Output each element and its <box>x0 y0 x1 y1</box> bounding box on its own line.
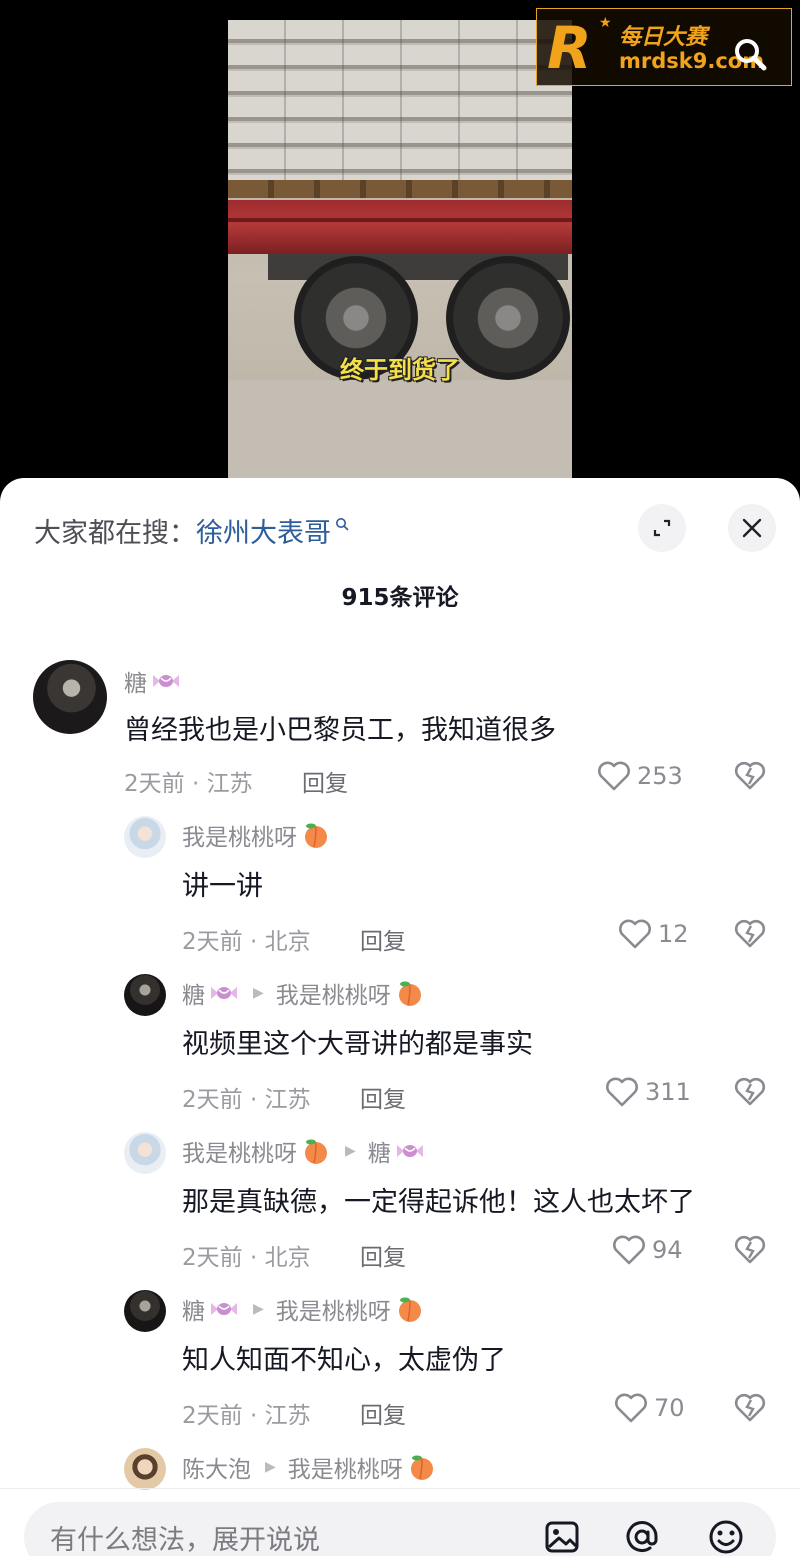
comment-meta: 2天前 · 江苏 <box>182 1087 311 1113</box>
like-button[interactable]: 253 <box>597 760 683 792</box>
heart-icon <box>619 919 651 949</box>
dislike-icon[interactable] <box>734 1234 766 1266</box>
comment-author-row: 糖 ▶ 我是桃桃呀 <box>182 1292 425 1326</box>
reply-to-author[interactable]: 我是桃桃呀 <box>288 1450 403 1484</box>
video-rail-line <box>228 218 572 222</box>
avatar[interactable] <box>124 1132 166 1174</box>
comment-text: 那是真缺德，一定得起诉他！这人也太坏了 <box>182 1187 695 1218</box>
reply-button[interactable]: 回复 <box>360 1080 406 1114</box>
peach-icon <box>410 1455 433 1480</box>
comment-text: 曾经我也是小巴黎员工，我知道很多 <box>124 715 556 746</box>
avatar[interactable] <box>33 660 107 734</box>
reply-to-author[interactable]: 糖 <box>368 1134 391 1168</box>
comment-author[interactable]: 糖 <box>182 976 205 1010</box>
comment-meta: 2天前 · 北京 <box>182 1245 311 1271</box>
comment-author-row: 陈大泡 ▶ 我是桃桃呀 <box>182 1450 437 1484</box>
candy-icon <box>396 1145 423 1157</box>
star-icon: ★ <box>599 15 612 31</box>
candy-icon <box>153 675 179 687</box>
like-count: 70 <box>654 1394 685 1422</box>
avatar[interactable] <box>124 1290 166 1332</box>
comment-author-row: 我是桃桃呀 ▶ 糖 <box>182 1134 425 1168</box>
emoji-icon[interactable] <box>706 1517 746 1556</box>
avatar[interactable] <box>124 974 166 1016</box>
peach-icon <box>305 1139 327 1164</box>
reply-button[interactable]: 回复 <box>360 1396 406 1430</box>
video-ground <box>228 380 572 480</box>
search-icon <box>735 39 767 71</box>
comment-author[interactable]: 糖 <box>182 1292 205 1326</box>
video-cargo <box>228 20 572 195</box>
dislike-icon[interactable] <box>734 1076 766 1108</box>
reply-arrow-icon: ▶ <box>265 1459 276 1475</box>
comment-author[interactable]: 我是桃桃呀 <box>182 1134 297 1168</box>
dislike-icon[interactable] <box>734 918 766 950</box>
video-player[interactable]: 终于到货了 R ★ 每日大赛 mrdsk9.com <box>0 0 800 500</box>
peach-icon <box>398 981 421 1006</box>
comment-author[interactable]: 糖 <box>124 664 147 698</box>
comment-author[interactable]: 陈大泡 <box>182 1450 251 1484</box>
video-truck-rail <box>228 200 572 254</box>
comment-count-title: 915条评论 <box>341 585 459 611</box>
comment-text: 讲一讲 <box>182 871 263 902</box>
comment-sheet: 大家都在搜： 徐州大表哥 915条评论 糖 曾经我也是小巴黎员工，我知道很多 2… <box>0 478 800 1556</box>
heart-icon <box>613 1235 645 1265</box>
comment-input-placeholder: 有什么想法，展开说说 <box>50 1525 320 1556</box>
comment-author-row: 糖 ▶ 我是桃桃呀 <box>182 976 425 1010</box>
comment-author-row: 我是桃桃呀 <box>182 818 331 852</box>
search-icon <box>336 518 349 531</box>
watermark: R ★ 每日大赛 mrdsk9.com <box>536 8 792 86</box>
divider <box>0 1488 800 1489</box>
watermark-title: 每日大赛 <box>619 25 708 50</box>
heart-icon <box>606 1077 638 1107</box>
video-frame[interactable]: 终于到货了 <box>228 20 572 480</box>
peach-icon <box>305 823 327 848</box>
like-count: 253 <box>637 762 683 790</box>
comment-meta: 2天前 · 江苏 <box>182 1403 311 1429</box>
candy-icon <box>211 987 237 999</box>
heart-icon <box>598 761 630 791</box>
dislike-icon[interactable] <box>734 760 766 792</box>
comment-text: 知人知面不知心，太虚伪了 <box>182 1345 506 1376</box>
comment-meta: 2天前 · 北京 <box>182 929 311 955</box>
comment-author-row: 糖 <box>124 664 181 698</box>
reply-arrow-icon: ▶ <box>253 985 264 1001</box>
reply-button[interactable]: 回复 <box>360 1238 406 1272</box>
reply-button[interactable]: 回复 <box>360 922 406 956</box>
image-icon[interactable] <box>542 1517 582 1556</box>
like-count: 311 <box>645 1078 691 1106</box>
video-pallet <box>228 180 572 198</box>
like-button[interactable]: 311 <box>605 1076 691 1108</box>
at-mention-icon[interactable] <box>622 1517 662 1556</box>
candy-icon <box>211 1303 237 1315</box>
reply-button[interactable]: 回复 <box>302 764 348 798</box>
like-count: 94 <box>652 1236 683 1264</box>
avatar[interactable] <box>124 1448 166 1490</box>
video-subtitle: 终于到货了 <box>340 356 460 384</box>
comment-meta: 2天前 · 江苏 <box>124 771 253 797</box>
like-button[interactable]: 70 <box>614 1392 685 1424</box>
like-button[interactable]: 12 <box>618 918 689 950</box>
expand-button[interactable] <box>638 504 686 552</box>
close-button[interactable] <box>728 504 776 552</box>
expand-icon <box>653 519 671 537</box>
like-count: 12 <box>658 920 689 948</box>
close-icon <box>742 518 762 538</box>
dislike-icon[interactable] <box>734 1392 766 1424</box>
comment-text: 视频里这个大哥讲的都是事实 <box>182 1029 533 1060</box>
like-button[interactable]: 94 <box>612 1234 683 1266</box>
heart-icon <box>615 1393 647 1423</box>
reply-to-author[interactable]: 我是桃桃呀 <box>276 976 391 1010</box>
reply-arrow-icon: ▶ <box>253 1301 264 1317</box>
comment-author[interactable]: 我是桃桃呀 <box>182 818 297 852</box>
trending-search-prefix: 大家都在搜： <box>34 517 196 549</box>
reply-arrow-icon: ▶ <box>345 1143 356 1159</box>
peach-icon <box>398 1297 421 1322</box>
trending-search-term[interactable]: 徐州大表哥 <box>196 511 331 550</box>
reply-to-author[interactable]: 我是桃桃呀 <box>276 1292 391 1326</box>
comment-input[interactable]: 有什么想法，展开说说 <box>24 1502 776 1556</box>
trending-search[interactable]: 大家都在搜： 徐州大表哥 <box>34 508 349 552</box>
avatar[interactable] <box>124 816 166 858</box>
